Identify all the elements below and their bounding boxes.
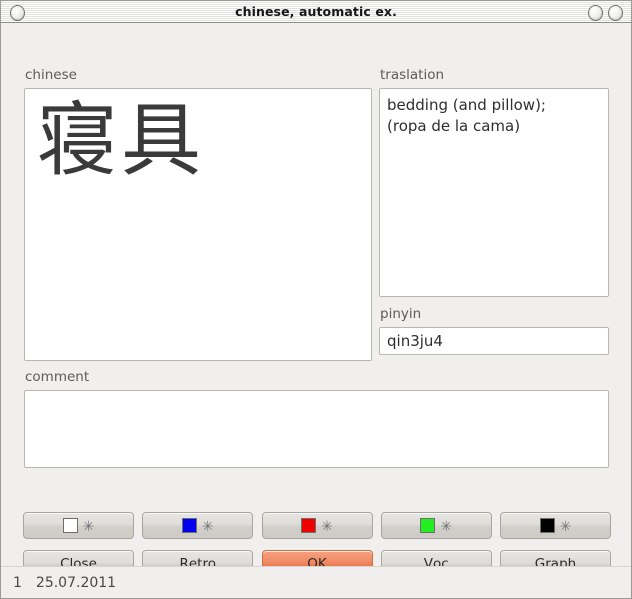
title-bar[interactable]: chinese, automatic ex. bbox=[1, 1, 631, 23]
swatch-white-icon bbox=[62, 518, 78, 533]
swatch-blue-icon bbox=[181, 518, 197, 533]
asterisk-icon: ✳ bbox=[201, 518, 214, 535]
asterisk-icon: ✳ bbox=[559, 518, 572, 535]
comment-input[interactable] bbox=[24, 390, 609, 468]
close-icon[interactable] bbox=[608, 5, 623, 21]
pinyin-label: pinyin bbox=[380, 306, 422, 322]
asterisk-icon: ✳ bbox=[321, 518, 333, 535]
swatch-red-icon bbox=[301, 518, 317, 533]
window-title: chinese, automatic ex. bbox=[235, 4, 397, 19]
pinyin-value: qin3ju4 bbox=[387, 332, 443, 350]
traslation-value: bedding (and pillow); (ropa de la cama) bbox=[387, 96, 546, 135]
minimize-icon[interactable] bbox=[588, 5, 603, 21]
comment-value bbox=[25, 391, 608, 399]
record-date: 25.07.2011 bbox=[35, 574, 117, 591]
chinese-value: 寝具 bbox=[37, 94, 205, 187]
color-button-black[interactable]: ✳ bbox=[500, 512, 611, 539]
traslation-input[interactable]: bedding (and pillow); (ropa de la cama) bbox=[379, 88, 609, 297]
window-menu-icon[interactable] bbox=[10, 5, 25, 21]
pinyin-input[interactable]: qin3ju4 bbox=[379, 327, 609, 355]
traslation-label: traslation bbox=[380, 67, 445, 83]
record-index: 1 bbox=[13, 574, 22, 591]
color-button-green[interactable]: ✳ bbox=[380, 512, 492, 539]
color-button-blue[interactable]: ✳ bbox=[142, 512, 254, 539]
status-bar: 1 25.07.2011 bbox=[1, 566, 631, 598]
main-content: chinese 寝具 traslation bedding (and pillo… bbox=[1, 23, 631, 598]
chinese-input[interactable]: 寝具 bbox=[24, 88, 372, 361]
swatch-green-icon bbox=[420, 518, 436, 533]
color-button-white[interactable]: ✳ bbox=[23, 512, 134, 539]
color-marker-row: ✳ ✳ ✳ ✳ ✳ bbox=[23, 512, 611, 539]
chinese-label: chinese bbox=[25, 67, 77, 83]
asterisk-icon: ✳ bbox=[440, 518, 453, 535]
application-window: chinese, automatic ex. chinese 寝具 trasla… bbox=[0, 0, 632, 599]
color-button-red[interactable]: ✳ bbox=[261, 512, 373, 539]
swatch-black-icon bbox=[539, 518, 555, 533]
asterisk-icon: ✳ bbox=[82, 518, 95, 535]
comment-label: comment bbox=[25, 369, 90, 385]
